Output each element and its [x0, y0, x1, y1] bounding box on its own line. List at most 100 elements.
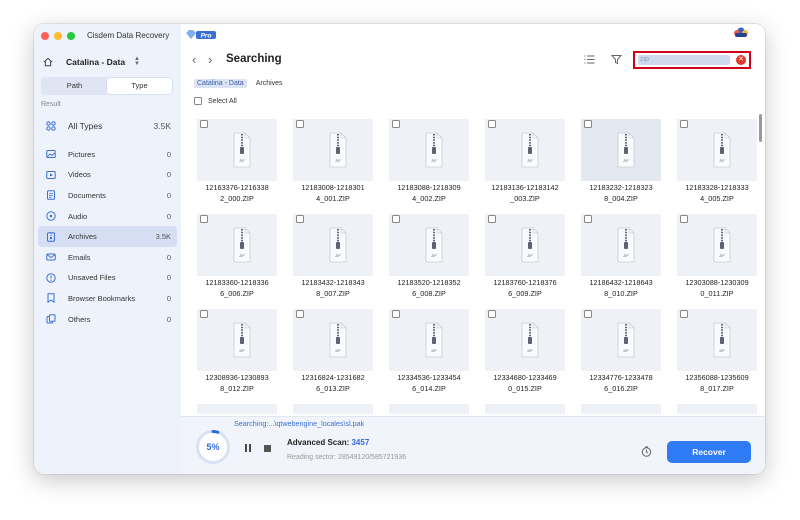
- pause-button[interactable]: [245, 444, 252, 452]
- file-tile[interactable]: ZIP 12163376-1216338 2_000.ZIP: [192, 114, 282, 209]
- file-checkbox[interactable]: [584, 310, 592, 318]
- breadcrumb-archives[interactable]: Archives: [253, 79, 286, 88]
- minimize-window-button[interactable]: [54, 32, 62, 40]
- file-thumbnail[interactable]: ZIP: [293, 119, 373, 181]
- file-tile[interactable]: ZIP 12303088-1230309 0_011.ZIP: [672, 209, 762, 304]
- breadcrumb-drive[interactable]: Catalina - Data: [194, 79, 247, 88]
- file-tile[interactable]: ZIP 12183432-1218343 8_007.ZIP: [288, 209, 378, 304]
- file-tile[interactable]: ZIP 12183760-1218376 6_009.ZIP: [480, 209, 570, 304]
- file-thumbnail[interactable]: ZIP: [581, 214, 661, 276]
- file-thumbnail[interactable]: ZIP: [389, 119, 469, 181]
- sidebar-item-emails[interactable]: Emails 0: [38, 247, 177, 268]
- sidebar-item-others[interactable]: Others 0: [38, 309, 177, 330]
- file-tile[interactable]: [288, 399, 378, 414]
- sidebar-item-archives[interactable]: Archives 3.5K: [38, 226, 177, 247]
- file-checkbox[interactable]: [200, 215, 208, 223]
- zoom-window-button[interactable]: [67, 32, 75, 40]
- email-icon: [46, 253, 56, 261]
- file-checkbox[interactable]: [200, 310, 208, 318]
- file-tile[interactable]: ZIP 12183520-1218352 6_008.ZIP: [384, 209, 474, 304]
- file-tile[interactable]: ZIP 12183008-1218301 4_001.ZIP: [288, 114, 378, 209]
- file-tile[interactable]: ZIP 12334776-1233478 6_016.ZIP: [576, 304, 666, 399]
- file-thumbnail[interactable]: ZIP: [485, 214, 565, 276]
- sidebar-item-unsaved-files[interactable]: Unsaved Files 0: [38, 268, 177, 289]
- file-tile[interactable]: ZIP 12183136-12183142 _003.ZIP: [480, 114, 570, 209]
- file-tile[interactable]: ZIP 12356088-1235609 8_017.ZIP: [672, 304, 762, 399]
- file-thumbnail[interactable]: ZIP: [581, 119, 661, 181]
- file-checkbox[interactable]: [392, 310, 400, 318]
- filter-icon[interactable]: [611, 54, 622, 65]
- file-checkbox[interactable]: [296, 215, 304, 223]
- file-name: 12303088-1230309 0_011.ZIP: [685, 278, 749, 298]
- file-thumbnail[interactable]: ZIP: [197, 214, 277, 276]
- file-thumbnail[interactable]: [197, 404, 277, 414]
- file-tile[interactable]: ZIP 12334536-1233454 6_014.ZIP: [384, 304, 474, 399]
- history-icon[interactable]: [641, 446, 652, 457]
- file-tile[interactable]: [384, 399, 474, 414]
- file-thumbnail[interactable]: [485, 404, 565, 414]
- file-checkbox[interactable]: [680, 120, 688, 128]
- file-checkbox[interactable]: [296, 120, 304, 128]
- file-thumbnail[interactable]: ZIP: [677, 214, 757, 276]
- file-checkbox[interactable]: [392, 120, 400, 128]
- file-checkbox[interactable]: [680, 310, 688, 318]
- file-thumbnail[interactable]: ZIP: [293, 214, 373, 276]
- file-checkbox[interactable]: [392, 215, 400, 223]
- file-thumbnail[interactable]: [581, 404, 661, 414]
- file-thumbnail[interactable]: ZIP: [485, 119, 565, 181]
- close-window-button[interactable]: [41, 32, 49, 40]
- file-tile[interactable]: [480, 399, 570, 414]
- file-checkbox[interactable]: [584, 120, 592, 128]
- file-thumbnail[interactable]: [677, 404, 757, 414]
- file-tile[interactable]: ZIP 12186432-1218643 8_010.ZIP: [576, 209, 666, 304]
- file-thumbnail[interactable]: ZIP: [581, 309, 661, 371]
- sidebar-item-audio[interactable]: Audio 0: [38, 206, 177, 227]
- sidebar-item-browser-bookmarks[interactable]: Browser Bookmarks 0: [38, 288, 177, 309]
- file-thumbnail[interactable]: ZIP: [293, 309, 373, 371]
- file-tile[interactable]: ZIP 12183360-1218336 6_006.ZIP: [192, 209, 282, 304]
- forward-icon[interactable]: ›: [208, 53, 212, 66]
- file-tile[interactable]: ZIP 12183328-1218333 4_005.ZIP: [672, 114, 762, 209]
- account-icon[interactable]: [733, 27, 749, 38]
- file-checkbox[interactable]: [584, 215, 592, 223]
- sidebar-item-all-types[interactable]: All Types 3.5K: [38, 114, 177, 138]
- file-thumbnail[interactable]: [389, 404, 469, 414]
- search-input[interactable]: zip: [638, 55, 730, 65]
- file-name: 12183136-12183142 _003.ZIP: [491, 183, 559, 203]
- file-tile[interactable]: ZIP 12316824-1231682 6_013.ZIP: [288, 304, 378, 399]
- select-all-checkbox[interactable]: [194, 97, 202, 105]
- sidebar-item-videos[interactable]: Videos 0: [38, 165, 177, 186]
- file-checkbox[interactable]: [488, 310, 496, 318]
- file-thumbnail[interactable]: ZIP: [389, 214, 469, 276]
- sidebar-item-documents[interactable]: Documents 0: [38, 185, 177, 206]
- back-icon[interactable]: ‹: [192, 53, 196, 66]
- stop-button[interactable]: [264, 445, 271, 452]
- file-tile[interactable]: ZIP 12183088-1218309 4_002.ZIP: [384, 114, 474, 209]
- file-thumbnail[interactable]: [293, 404, 373, 414]
- file-thumbnail[interactable]: ZIP: [677, 119, 757, 181]
- file-tile[interactable]: [192, 399, 282, 414]
- list-view-icon[interactable]: [584, 54, 595, 65]
- file-tile[interactable]: ZIP 12308936-1230893 8_012.ZIP: [192, 304, 282, 399]
- recover-button[interactable]: Recover: [667, 441, 751, 463]
- file-thumbnail[interactable]: ZIP: [197, 119, 277, 181]
- file-checkbox[interactable]: [200, 120, 208, 128]
- file-tile[interactable]: ZIP 12334680-1233469 0_015.ZIP: [480, 304, 570, 399]
- clear-search-icon[interactable]: ✕: [736, 55, 746, 65]
- scrollbar[interactable]: [759, 114, 762, 142]
- file-thumbnail[interactable]: ZIP: [389, 309, 469, 371]
- file-checkbox[interactable]: [488, 215, 496, 223]
- file-tile[interactable]: [576, 399, 666, 414]
- file-checkbox[interactable]: [296, 310, 304, 318]
- drive-selector[interactable]: Catalina - Data ▲ ▼: [43, 55, 173, 69]
- tab-path[interactable]: Path: [42, 78, 107, 94]
- file-thumbnail[interactable]: ZIP: [485, 309, 565, 371]
- file-tile[interactable]: ZIP 12183232-1218323 8_004.ZIP: [576, 114, 666, 209]
- file-thumbnail[interactable]: ZIP: [197, 309, 277, 371]
- file-checkbox[interactable]: [680, 215, 688, 223]
- file-tile[interactable]: [672, 399, 762, 414]
- tab-type[interactable]: Type: [107, 78, 172, 94]
- file-checkbox[interactable]: [488, 120, 496, 128]
- file-thumbnail[interactable]: ZIP: [677, 309, 757, 371]
- sidebar-item-pictures[interactable]: Pictures 0: [38, 144, 177, 165]
